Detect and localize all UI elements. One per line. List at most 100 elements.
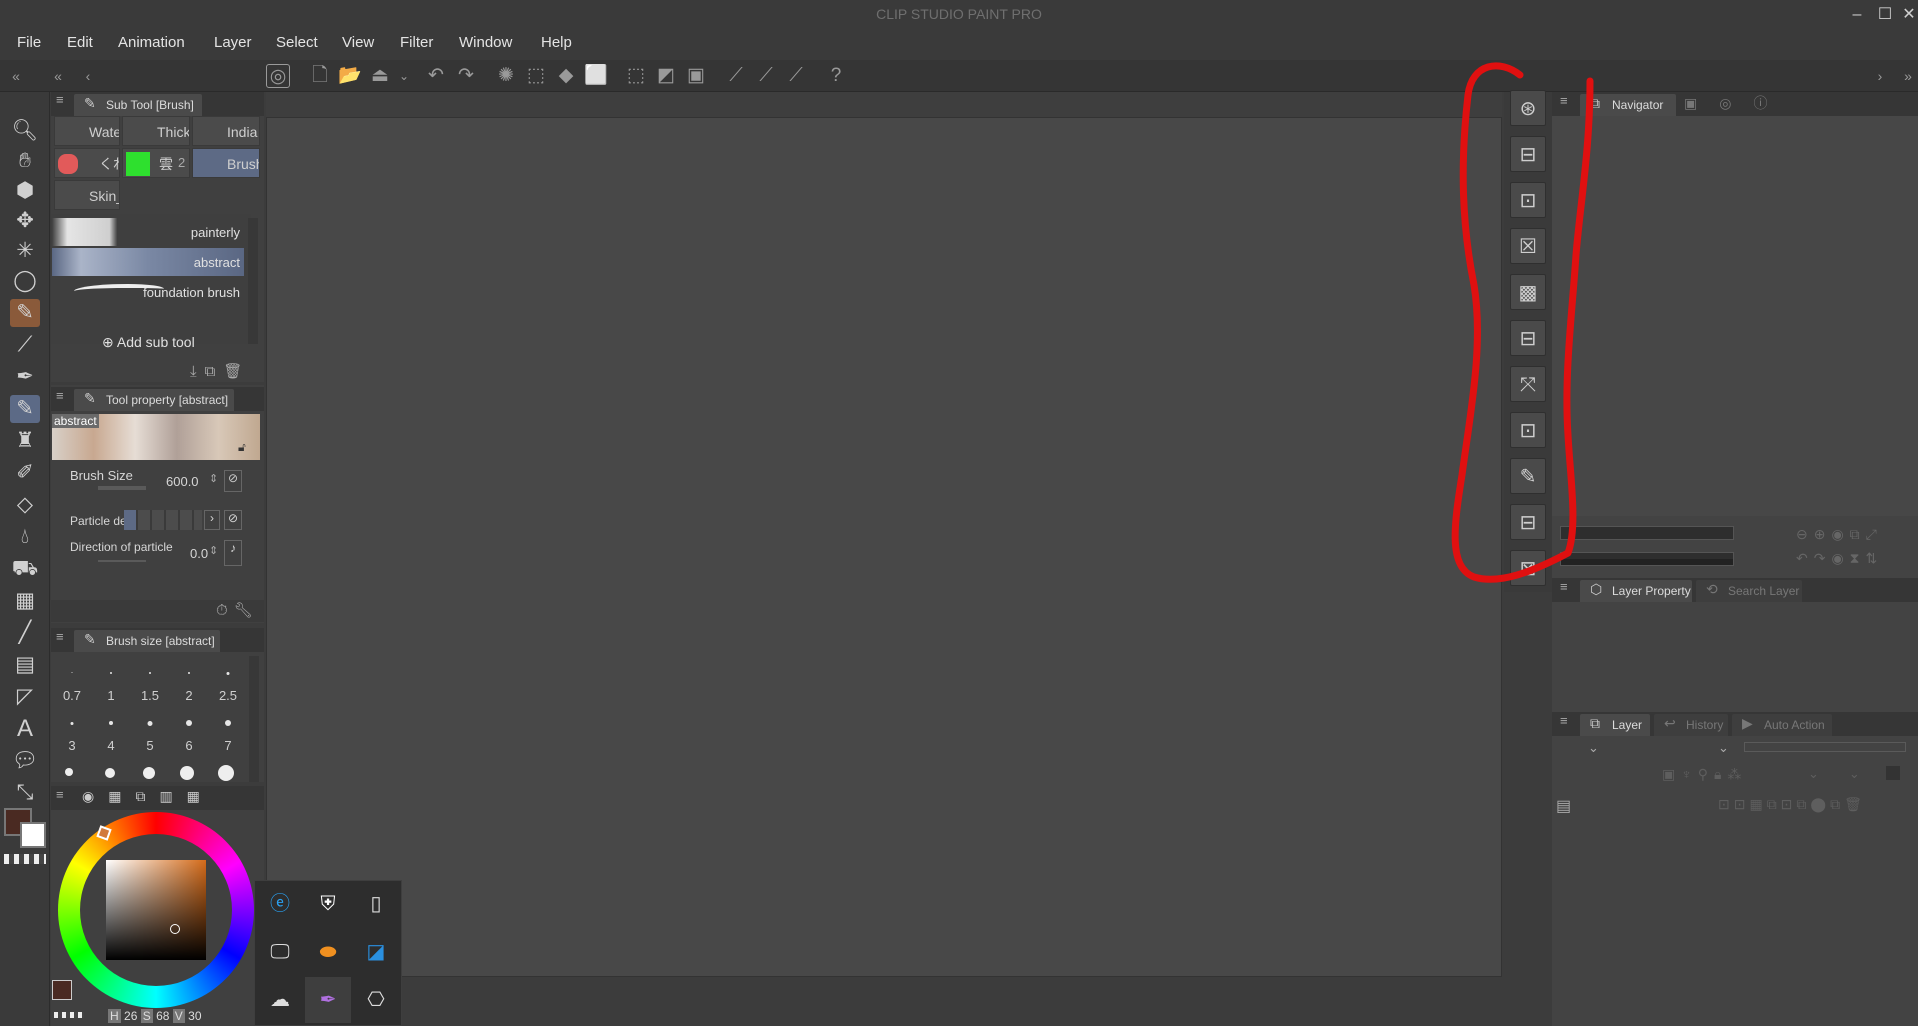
undo-icon[interactable]: ↶ (424, 64, 448, 88)
pen-tool-icon[interactable]: ✒ (10, 363, 40, 391)
new-file-icon[interactable]: 🗋 (308, 64, 332, 88)
redo-icon[interactable]: ↷ (454, 64, 478, 88)
size-preset[interactable]: 2.5 (209, 656, 247, 704)
navigator-sub-tabs[interactable]: ▣◎ⓘ (1684, 93, 1789, 113)
blend-mode-dropdown[interactable]: ⌄ (1588, 740, 1599, 756)
snap-special-ruler-icon[interactable]: ⟋ (754, 64, 778, 88)
size-preset[interactable]: 3 (53, 706, 91, 754)
figure-tool-icon[interactable]: ╱ (10, 619, 40, 647)
3d-tool-icon[interactable]: ⬢ (10, 177, 40, 205)
layer-panel-menu-icon[interactable]: ▤ (1556, 796, 1571, 816)
subtool-group-brush[interactable]: Brush (192, 148, 260, 178)
subtool-group-india[interactable]: India (192, 116, 260, 146)
correct-line-tool-icon[interactable]: ⤡ (10, 779, 40, 807)
collapse-left-icon[interactable]: « (46, 64, 70, 88)
color-square[interactable] (106, 860, 206, 960)
chevron-down-icon[interactable]: ⌄ (392, 64, 416, 88)
size-preset[interactable]: 1.5 (131, 656, 169, 704)
balloon-tool-icon[interactable]: 💬︎ (10, 747, 40, 775)
auto-select-tool-icon[interactable]: ✳ (10, 237, 40, 265)
brush-list-scrollbar[interactable] (248, 218, 258, 344)
layer-color-swatch[interactable] (1886, 766, 1900, 780)
cloud-off-icon[interactable]: ☁ (257, 977, 303, 1023)
orange-app-icon[interactable]: ⬬ (305, 929, 351, 975)
particle-density-slider[interactable] (124, 510, 202, 530)
display-icon[interactable]: 🖵︎ (257, 929, 303, 975)
chevron-right-icon[interactable]: › (1868, 64, 1892, 88)
subtool-group-water[interactable]: Wate (54, 116, 120, 146)
blend-tool-icon[interactable]: 💧︎ (10, 523, 40, 551)
maximize-icon[interactable]: ☐ (1874, 4, 1896, 26)
size-preset[interactable]: 2 (170, 656, 208, 704)
camera-icon[interactable]: ⎔ (353, 977, 399, 1023)
panel-menu-icon[interactable]: ≡ (56, 787, 64, 802)
brush-tool-icon[interactable]: ✎ (10, 395, 40, 423)
edge-icon[interactable]: ⓔ (257, 881, 303, 927)
layer-option-dropdowns[interactable]: ⌄⌄ (1808, 766, 1890, 782)
tool-property-actions[interactable]: ⏱🔧︎ (216, 601, 259, 619)
security-icon[interactable]: ⛨ (305, 881, 351, 927)
brush-size-value[interactable]: 600.0 (166, 474, 199, 489)
gradient-tool-icon[interactable]: ▦ (10, 587, 40, 615)
color-mixing-tool-icon[interactable]: ✎ (10, 299, 40, 327)
menu-file[interactable]: File (17, 34, 41, 51)
size-dot[interactable] (105, 768, 115, 778)
menu-layer[interactable]: Layer (214, 34, 252, 51)
fill-icon[interactable]: ◆ (554, 64, 578, 88)
layer-action-buttons[interactable]: ⊡⊡▦⧉⊡⧉⬤⧉🗑︎ (1718, 796, 1866, 813)
menu-view[interactable]: View (342, 34, 374, 51)
subtool-group-thick[interactable]: Thick (122, 116, 190, 146)
add-sub-tool-button[interactable]: ⊕ Add sub tool (102, 334, 195, 351)
size-dot[interactable] (180, 766, 194, 780)
zoom-tool-icon[interactable]: 🔍︎ (10, 117, 40, 145)
panel-menu-icon[interactable]: ≡ (56, 388, 64, 403)
selection-border-icon[interactable]: ▣ (684, 64, 708, 88)
move-tool-icon[interactable]: ✥ (10, 207, 40, 235)
airbrush-tool-icon[interactable]: ♜ (10, 427, 40, 455)
eraser-tool-icon[interactable]: ◇ (10, 491, 40, 519)
brush-item-abstract[interactable]: abstract (52, 248, 244, 276)
chevron-right-icon[interactable]: › (204, 510, 220, 530)
menu-edit[interactable]: Edit (67, 34, 93, 51)
text-tool-icon[interactable]: A (10, 715, 40, 743)
direction-value[interactable]: 0.0 (190, 546, 208, 561)
clip-studio-icon[interactable]: ◎ (266, 64, 290, 88)
clear-icon[interactable]: ✺ (494, 64, 518, 88)
help-icon[interactable]: ? (824, 64, 848, 88)
brush-item-painterly[interactable]: painterly (52, 218, 244, 246)
clear-outside-icon[interactable]: ⬚ (524, 64, 548, 88)
save-icon[interactable]: ⏏ (368, 64, 392, 88)
lasso-tool-icon[interactable]: ◯ (10, 267, 40, 295)
pressure-icon[interactable]: ⊘ (224, 510, 242, 530)
transform-icon[interactable]: ⬜ (584, 64, 608, 88)
size-preset[interactable]: 0.7 (53, 656, 91, 704)
ruler-tool-icon[interactable]: ◸ (10, 683, 40, 711)
blue-app-icon[interactable]: ◪ (353, 929, 399, 975)
direction-effect-icon[interactable]: ♪ (224, 540, 242, 566)
zoom-controls[interactable]: ⊖⊕◉⧉⤢ (1796, 526, 1883, 543)
pen-icon[interactable]: ✒ (305, 977, 351, 1023)
direction-slider[interactable] (98, 560, 146, 562)
brush-size-scrollbar[interactable] (249, 656, 259, 782)
panel-menu-icon[interactable]: ≡ (56, 629, 64, 644)
size-preset[interactable]: 4 (92, 706, 130, 754)
subtool-actions[interactable]: ⤓⧉🗑︎ (190, 362, 250, 380)
color-panel-tabs[interactable]: ◉▦⧉▥▦ (82, 788, 214, 805)
transparent-color-mini[interactable] (54, 1012, 84, 1018)
invert-selection-icon[interactable]: ◩ (654, 64, 678, 88)
collapse-right-icon[interactable]: » (1896, 64, 1918, 88)
minimize-icon[interactable]: – (1846, 4, 1868, 26)
panel-menu-icon[interactable]: ≡ (1560, 713, 1568, 728)
transparent-color-icon[interactable] (4, 854, 46, 864)
open-file-icon[interactable]: 📂 (338, 64, 362, 88)
size-preset[interactable]: 5 (131, 706, 169, 754)
menu-select[interactable]: Select (276, 34, 318, 51)
snap-ruler-icon[interactable]: ⟋ (724, 64, 748, 88)
close-icon[interactable]: ✕ (1898, 4, 1918, 26)
brush-size-slider[interactable] (98, 486, 146, 490)
color-picker-cursor[interactable] (170, 924, 180, 934)
chevron-down-icon[interactable]: ⌄ (1718, 740, 1729, 756)
subtool-group-skin[interactable]: Skin_ (54, 180, 120, 210)
menu-filter[interactable]: Filter (400, 34, 433, 51)
panel-menu-icon[interactable]: ≡ (56, 92, 64, 107)
